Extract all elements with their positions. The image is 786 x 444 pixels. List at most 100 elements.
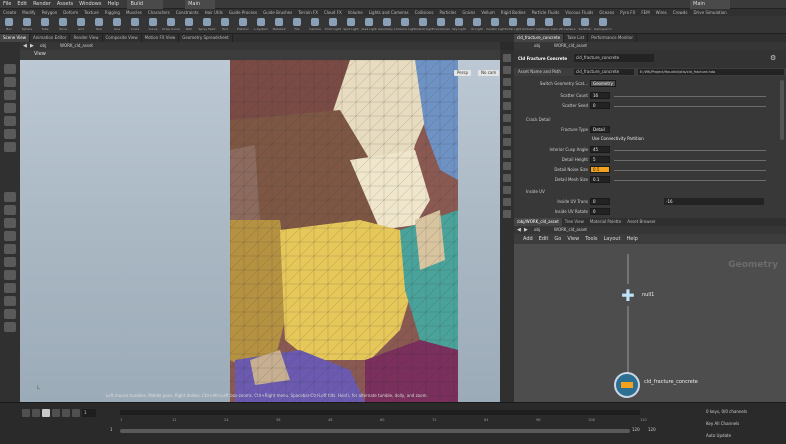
menu-windows[interactable]: Windows — [76, 0, 104, 9]
shelf-tab[interactable]: Hair Utils — [202, 9, 226, 16]
net-menu-view[interactable]: View — [564, 234, 582, 244]
lighting-icon[interactable] — [503, 66, 511, 74]
brush-icon[interactable] — [4, 296, 16, 306]
shelf-tool[interactable]: Ambient Light — [522, 16, 540, 33]
shelf-tab[interactable]: FEM — [638, 9, 652, 16]
timeline-scrubber[interactable] — [120, 410, 640, 415]
node-name-field[interactable]: cld_fracture_concrete — [574, 54, 654, 62]
shelf-tool[interactable]: Grid — [72, 16, 90, 33]
left-pane-tab[interactable]: Animation Editor — [30, 34, 71, 42]
safe-area-icon[interactable] — [503, 174, 511, 182]
scale-tool-icon[interactable] — [4, 103, 16, 113]
lasso-icon[interactable] — [4, 283, 16, 293]
shelf-tab[interactable]: Rigging — [102, 9, 123, 16]
paint-icon[interactable] — [4, 257, 16, 267]
param-field[interactable]: 0.5 — [590, 166, 610, 173]
end-frame-field-2[interactable]: 120 — [648, 427, 656, 432]
left-pane-tab[interactable]: Scene View — [0, 34, 30, 42]
step-back-icon[interactable] — [32, 409, 40, 417]
shelf-tab[interactable]: Guide Process — [226, 9, 260, 16]
shelf-tool[interactable]: Spot Light — [342, 16, 360, 33]
shelf-tool[interactable]: Draw Curve — [162, 16, 180, 33]
net-menu-edit[interactable]: Edit — [536, 234, 552, 244]
param-field[interactable]: 0 — [590, 208, 610, 215]
shelf-tool[interactable]: Metaball — [270, 16, 288, 33]
shelf-tool[interactable]: Distant Light — [414, 16, 432, 33]
render-region-icon[interactable] — [4, 322, 16, 332]
stop-icon[interactable] — [42, 409, 50, 417]
fracture-node[interactable] — [614, 372, 640, 398]
left-pane-tab[interactable]: Render View — [70, 34, 103, 42]
grid-icon[interactable] — [4, 231, 16, 241]
shelf-tool[interactable]: Platonic — [234, 16, 252, 33]
net-path-obj[interactable]: obj — [534, 226, 540, 234]
shelf-tab[interactable]: Modify — [19, 9, 38, 16]
left-pane-tab[interactable]: Composite View — [103, 34, 142, 42]
shelf-tab[interactable]: Viscous Fluids — [562, 9, 596, 16]
desktop-selector[interactable]: Main — [185, 0, 216, 9]
param-slider[interactable] — [614, 150, 766, 151]
param-slider[interactable] — [614, 106, 766, 107]
shelf-tool[interactable]: Torus — [54, 16, 72, 33]
shelf-tab[interactable]: Characters — [145, 9, 173, 16]
play-icon[interactable] — [52, 409, 60, 417]
persp-menu[interactable]: Persp — [454, 70, 471, 76]
bg-icon[interactable] — [503, 150, 511, 158]
param-slider[interactable] — [614, 96, 766, 97]
net-menu-tools[interactable]: Tools — [582, 234, 600, 244]
shelf-tool[interactable]: Curve — [144, 16, 162, 33]
param-field[interactable]: 0 — [590, 102, 610, 109]
param-path-obj[interactable]: obj — [534, 42, 540, 50]
shelf-tool[interactable]: Line — [108, 16, 126, 33]
handle-tool-icon[interactable] — [4, 116, 16, 126]
start-frame-field[interactable]: 1 — [110, 427, 113, 432]
param-field[interactable]: 5 — [590, 156, 610, 163]
move-tool-icon[interactable] — [4, 77, 16, 87]
tab-params[interactable]: cld_fracture_concrete — [514, 34, 565, 42]
shelf-tool[interactable]: Stereo Camera — [540, 16, 558, 33]
param-field[interactable]: 45 — [590, 146, 610, 153]
tab-take-list[interactable]: Take List — [564, 34, 589, 42]
normals-icon[interactable] — [503, 126, 511, 134]
shelf-tool[interactable]: GI Light — [468, 16, 486, 33]
shelf-tool[interactable]: Gamepad Camera — [594, 16, 612, 33]
shelf-tab[interactable]: Particle Fluids — [529, 9, 563, 16]
menu-assets[interactable]: Assets — [54, 0, 76, 9]
asset-name-field[interactable]: cld_fracture_concrete — [574, 69, 634, 75]
right-desktop-selector[interactable]: Main — [690, 0, 730, 9]
frame-field[interactable]: 1 — [82, 409, 96, 417]
scene-viewport[interactable]: Persp No cam └ Left mouse tumbles. Middl… — [20, 60, 500, 402]
shelf-tab[interactable]: Constraints — [173, 9, 202, 16]
net-path-node[interactable]: WORK_cld_asset — [554, 226, 587, 234]
pin-icon[interactable] — [4, 270, 16, 280]
tab-asset-browser[interactable]: Asset Browser — [624, 218, 658, 226]
wireframe-icon[interactable] — [503, 90, 511, 98]
points-icon[interactable] — [503, 114, 511, 122]
flip-icon[interactable] — [4, 309, 16, 319]
rotate-tool-icon[interactable] — [4, 90, 16, 100]
shading-icon[interactable] — [503, 78, 511, 86]
key-all-button[interactable]: Key All Channels — [706, 421, 739, 426]
pose-tool-icon[interactable] — [4, 129, 16, 139]
shelf-tool[interactable]: L-System — [252, 16, 270, 33]
param-slider[interactable] — [614, 160, 766, 161]
shelf-tool[interactable]: Environment — [432, 16, 450, 33]
shelf-tab[interactable]: Oceans — [596, 9, 617, 16]
net-forward-icon[interactable]: ▶ — [524, 226, 528, 234]
shelf-tab[interactable]: Grains — [459, 9, 478, 16]
tab-tree-view[interactable]: Tree View — [562, 218, 587, 226]
shelf-tab[interactable]: Pyro FX — [617, 9, 638, 16]
magnet-icon[interactable] — [4, 218, 16, 228]
shelf-tab[interactable]: Texture — [81, 9, 102, 16]
net-back-icon[interactable]: ◀ — [517, 226, 521, 234]
shelf-tab[interactable]: Wires — [653, 9, 670, 16]
shelf-tab[interactable]: Lights and Cameras — [366, 9, 412, 16]
shelf-tab[interactable]: Muscles — [123, 9, 145, 16]
shelf-tool[interactable]: File — [288, 16, 306, 33]
step-forward-icon[interactable] — [62, 409, 70, 417]
select-tool-icon[interactable] — [4, 64, 16, 74]
left-pane-tab[interactable]: Geometry Spreadsheet — [179, 34, 233, 42]
auto-update-button[interactable]: Auto Update — [706, 433, 731, 438]
param-field[interactable]: 0 — [590, 198, 610, 205]
grid-toggle-icon[interactable] — [503, 162, 511, 170]
